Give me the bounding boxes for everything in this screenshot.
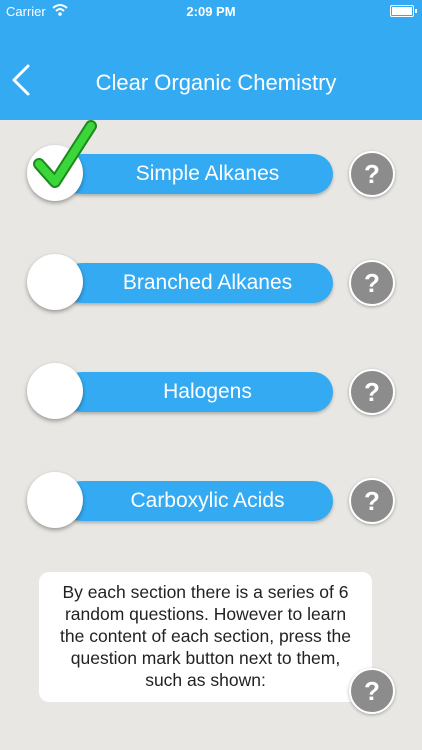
- help-button[interactable]: ?: [349, 260, 395, 306]
- help-button[interactable]: ?: [349, 478, 395, 524]
- page-title: Clear Organic Chemistry: [95, 70, 337, 95]
- example-help-button[interactable]: ?: [349, 668, 395, 714]
- toggle-knob[interactable]: [27, 472, 83, 528]
- section-label: Simple Alkanes: [135, 162, 280, 185]
- battery-icon: [390, 5, 417, 17]
- info-text: By each section there is a series of 6 r…: [60, 582, 351, 690]
- nav-bar: Clear Organic Chemistry: [0, 22, 422, 120]
- section-button-simple-alkanes[interactable]: Simple Alkanes: [62, 154, 333, 194]
- toggle-knob[interactable]: [27, 363, 83, 419]
- section-row-carboxylic-acids: Carboxylic Acids ?: [0, 472, 422, 532]
- section-row-branched-alkanes: Branched Alkanes ?: [0, 254, 422, 314]
- checkmark-icon: [33, 120, 97, 188]
- section-label: Branched Alkanes: [122, 271, 293, 294]
- section-button-halogens[interactable]: Halogens: [62, 372, 333, 412]
- section-label: Carboxylic Acids: [130, 489, 285, 512]
- status-bar: Carrier 2:09 PM: [0, 0, 422, 22]
- section-row-halogens: Halogens ?: [0, 363, 422, 423]
- toggle-knob[interactable]: [27, 254, 83, 310]
- help-button[interactable]: ?: [349, 369, 395, 415]
- section-button-branched-alkanes[interactable]: Branched Alkanes: [62, 263, 333, 303]
- info-card: By each section there is a series of 6 r…: [39, 572, 372, 702]
- section-label: Halogens: [163, 380, 252, 403]
- section-button-carboxylic-acids[interactable]: Carboxylic Acids: [62, 481, 333, 521]
- status-time: 2:09 PM: [186, 4, 236, 19]
- help-button[interactable]: ?: [349, 151, 395, 197]
